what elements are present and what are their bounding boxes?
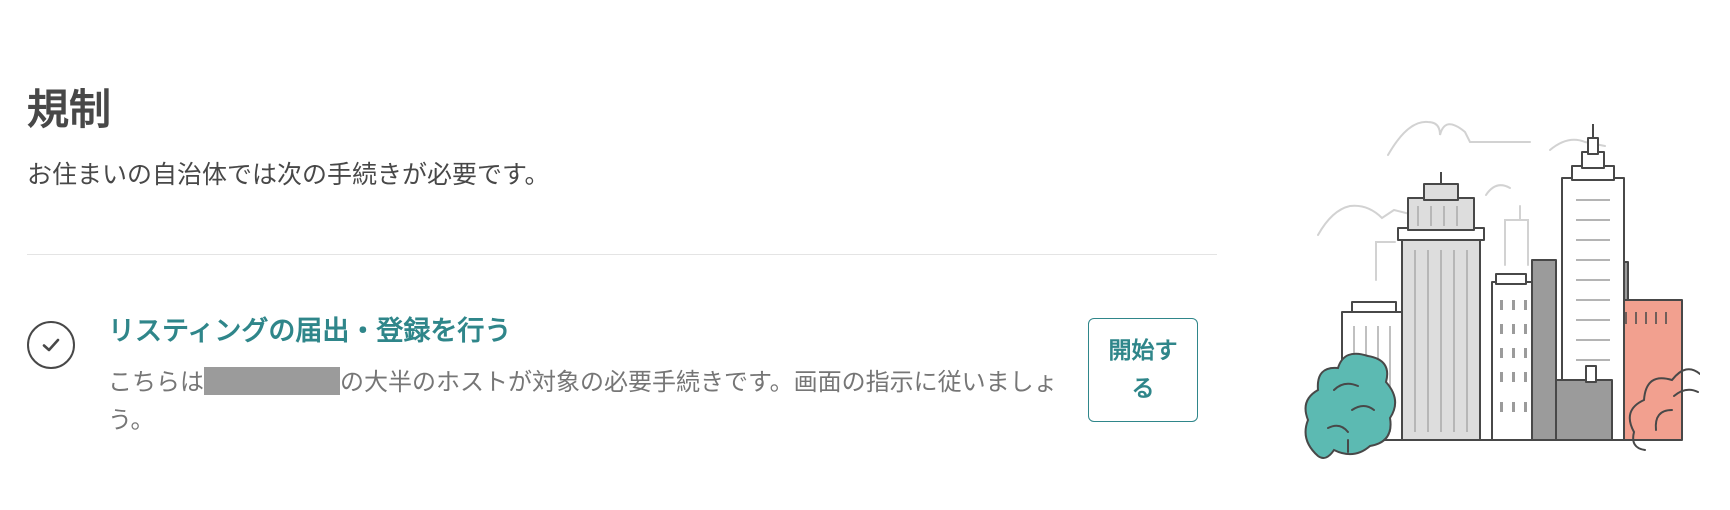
checkmark-icon (27, 321, 75, 369)
task-description: こちらは の大半のホストが対象の必要手続きです。画面の指示に従いましょう。 (108, 363, 1088, 439)
redacted-block (204, 367, 340, 395)
section-divider (27, 254, 1217, 255)
page-subtitle: お住まいの自治体では次の手続きが必要です。 (27, 160, 550, 189)
start-button[interactable]: 開始する (1088, 318, 1198, 422)
page-title: 規制 (27, 85, 112, 134)
task-description-start: こちらは (108, 368, 204, 396)
city-skyline-illustration (1304, 120, 1700, 459)
task-title: リスティングの届出・登録を行う (108, 316, 512, 347)
